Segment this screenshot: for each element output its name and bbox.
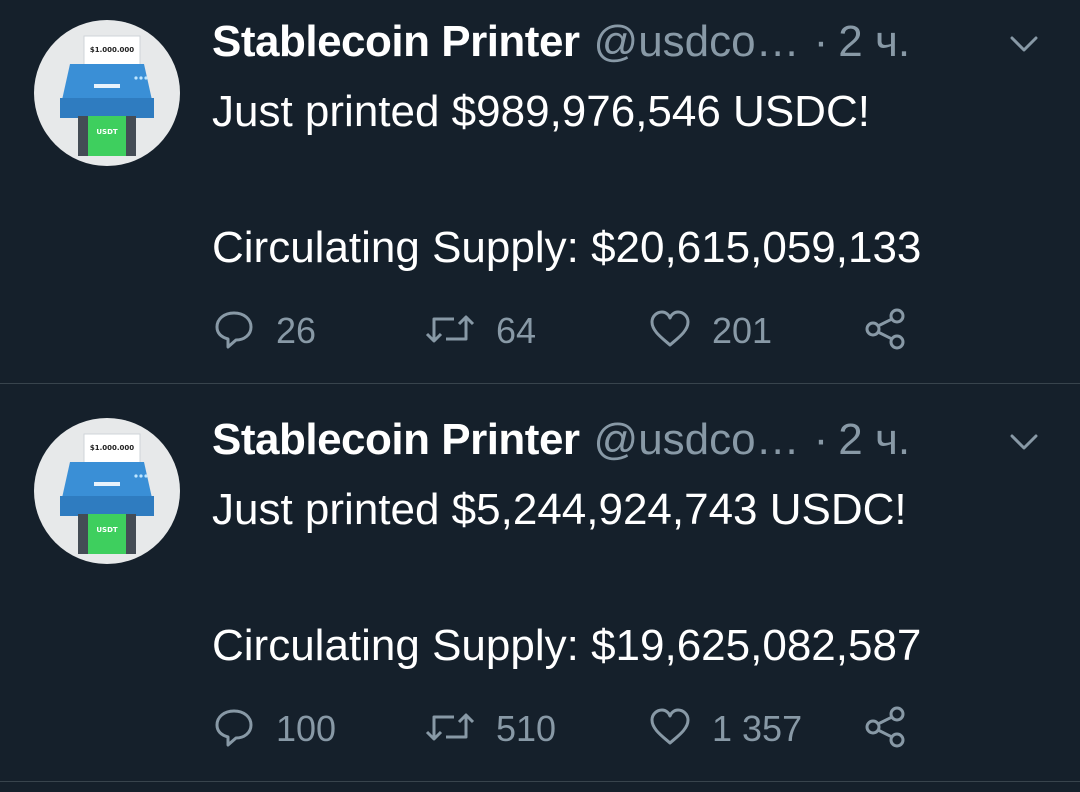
reply-button[interactable]: 26	[212, 306, 316, 356]
author-handle[interactable]: @usdco…	[594, 14, 800, 70]
tweet-text-line1: Just printed $5,244,924,743 USDC!	[212, 485, 907, 534]
printer-logo-icon: $1.000.000 USDT	[60, 35, 154, 156]
chevron-down-icon[interactable]	[1004, 30, 1044, 58]
like-button[interactable]: 201	[648, 306, 772, 356]
share-icon	[862, 705, 910, 754]
share-button[interactable]	[862, 704, 910, 754]
reply-icon	[212, 705, 256, 754]
retweet-count: 510	[496, 708, 557, 749]
tweet-header: Stablecoin Printer @usdco… · 2 ч.	[212, 412, 910, 468]
tweet-text-line2: Circulating Supply: $19,625,082,587	[212, 621, 922, 670]
printer-logo-icon: $1.000.000 USDT	[60, 433, 154, 554]
timestamp[interactable]: 2 ч.	[838, 14, 910, 70]
like-icon	[648, 307, 692, 356]
chevron-down-icon[interactable]	[1004, 428, 1044, 456]
tweet-feed: $1.000.000 USDT Stablecoin Printer @usdc…	[0, 0, 1080, 792]
retweet-icon	[424, 705, 476, 754]
avatar-money-text: USDT	[96, 526, 118, 534]
reply-count: 100	[276, 708, 337, 749]
avatar[interactable]: $1.000.000 USDT	[34, 418, 180, 564]
tweet-actions: 26 64 201	[212, 306, 952, 356]
like-button[interactable]: 1 357	[648, 704, 802, 754]
tweet[interactable]: $1.000.000 USDT Stablecoin Printer @usdc…	[0, 0, 1080, 384]
avatar-paper-text: $1.000.000	[90, 46, 134, 54]
reply-button[interactable]: 100	[212, 704, 336, 754]
share-button[interactable]	[862, 306, 910, 356]
like-icon	[648, 705, 692, 754]
tweet-text: Just printed $5,244,924,743 USDC! Circula…	[212, 476, 921, 680]
avatar-money-text: USDT	[96, 128, 118, 136]
tweet-text-line2: Circulating Supply: $20,615,059,133	[212, 223, 922, 272]
like-count: 201	[712, 310, 773, 351]
author-name[interactable]: Stablecoin Printer	[212, 14, 580, 70]
avatar-paper-text: $1.000.000	[90, 444, 134, 452]
tweet-header: Stablecoin Printer @usdco… · 2 ч.	[212, 14, 910, 70]
tweet-actions: 100 510 1 357	[212, 704, 952, 754]
tweet[interactable]: $1.000.000 USDT Stablecoin Printer @usdc…	[0, 398, 1080, 782]
retweet-icon	[424, 307, 476, 356]
retweet-button[interactable]: 64	[424, 306, 536, 356]
share-icon	[862, 307, 910, 356]
reply-icon	[212, 307, 256, 356]
author-handle[interactable]: @usdco…	[594, 412, 800, 468]
timestamp[interactable]: 2 ч.	[838, 412, 910, 468]
like-count: 1 357	[712, 708, 803, 749]
tweet-text-line1: Just printed $989,976,546 USDC!	[212, 87, 870, 136]
retweet-button[interactable]: 510	[424, 704, 556, 754]
tweet-text: Just printed $989,976,546 USDC! Circulati…	[212, 78, 921, 282]
avatar[interactable]: $1.000.000 USDT	[34, 20, 180, 166]
separator-dot: ·	[813, 17, 829, 66]
reply-count: 26	[276, 310, 317, 351]
retweet-count: 64	[496, 310, 537, 351]
author-name[interactable]: Stablecoin Printer	[212, 412, 580, 468]
separator-dot: ·	[813, 415, 829, 464]
